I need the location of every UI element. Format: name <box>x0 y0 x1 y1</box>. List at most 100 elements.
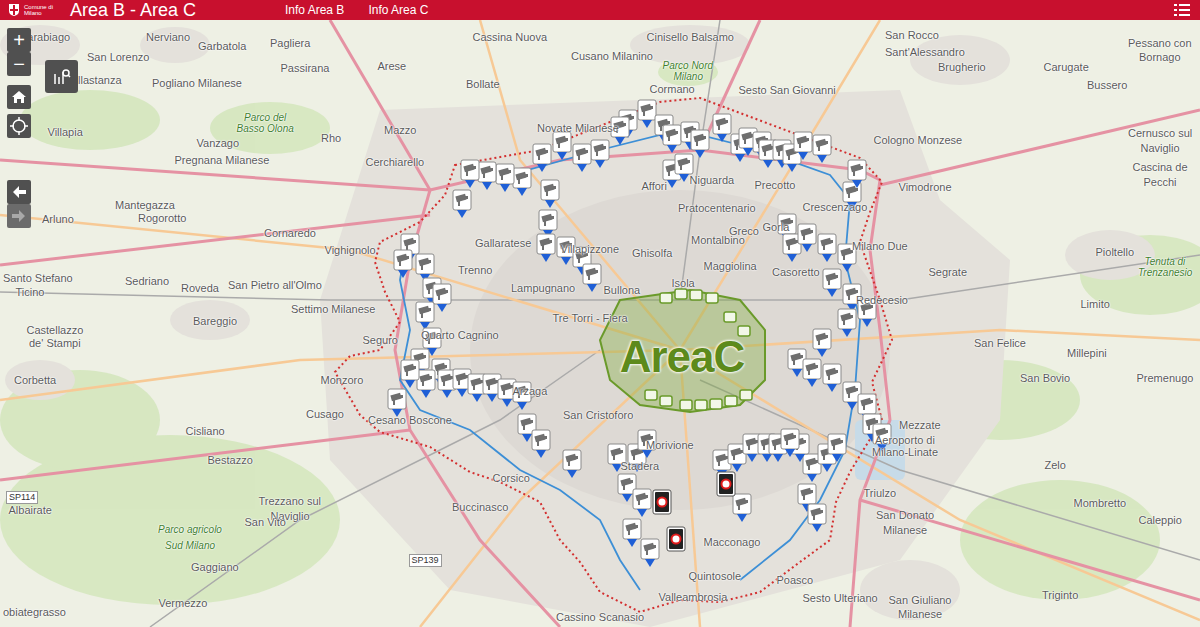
camera-pin-icon[interactable] <box>780 428 800 458</box>
place-label: Maggiolina <box>704 260 757 272</box>
place-label: Milanese <box>883 524 927 536</box>
place-label: Naviglio <box>1141 142 1180 154</box>
info-link[interactable]: Info Area B <box>285 0 344 20</box>
camera-pin-icon[interactable] <box>387 388 407 418</box>
place-label: Tre Torri - Fiera <box>553 312 628 324</box>
place-label: Cusano Milanino <box>571 50 653 62</box>
park-label: Parco agricolo <box>158 524 222 536</box>
access-gate-pin-icon[interactable] <box>716 471 736 501</box>
camera-pin-icon[interactable] <box>822 363 842 393</box>
place-label: Rho <box>321 132 341 144</box>
road-label: SP114 <box>6 491 38 504</box>
camera-pin-icon[interactable] <box>807 503 827 533</box>
camera-pin-icon[interactable] <box>540 179 560 209</box>
place-label: San Lorenzo <box>87 51 149 63</box>
place-label: Ticino <box>16 286 45 298</box>
place-label: Passirana <box>281 62 330 74</box>
park-label: Basso Olona <box>237 123 294 135</box>
place-label: Pessano con <box>1128 37 1192 49</box>
place-label: Cesano Boscone <box>368 414 452 426</box>
place-label: Macconago <box>704 536 761 548</box>
camera-pin-icon[interactable] <box>817 233 837 263</box>
place-label: Trezzano sul <box>259 495 322 507</box>
place-label: Gaggiano <box>191 561 239 573</box>
access-gate-pin-icon[interactable] <box>666 526 686 556</box>
camera-pin-icon[interactable] <box>622 518 642 548</box>
camera-pin-icon[interactable] <box>812 328 832 358</box>
camera-pin-icon[interactable] <box>797 223 817 253</box>
layers-button[interactable] <box>45 60 78 93</box>
zoom-out-button[interactable]: − <box>7 52 31 76</box>
info-link[interactable]: Info Area C <box>368 0 428 20</box>
home-button[interactable] <box>7 85 31 109</box>
back-button[interactable] <box>7 180 31 204</box>
place-label: Caleppio <box>1139 514 1182 526</box>
camera-pin-icon[interactable] <box>536 233 556 263</box>
camera-pin-icon[interactable] <box>495 163 515 193</box>
camera-pin-icon[interactable] <box>512 167 532 197</box>
camera-pin-icon[interactable] <box>732 493 752 523</box>
place-label: Vighignolo <box>325 244 376 256</box>
camera-pin-icon[interactable] <box>822 268 842 298</box>
place-label: Carugate <box>1044 61 1089 73</box>
place-label: San Cristoforo <box>563 409 633 421</box>
park-label: Parco Nord <box>663 60 714 72</box>
place-label: Cisliano <box>186 425 225 437</box>
access-gate-pin-icon[interactable] <box>652 489 672 519</box>
place-label: Rogorotto <box>138 212 186 224</box>
place-label: Morivione <box>646 439 694 451</box>
place-label: Corbetta <box>14 374 56 386</box>
camera-pin-icon[interactable] <box>532 143 552 173</box>
camera-pin-icon[interactable] <box>477 161 497 191</box>
zoom-in-button[interactable]: + <box>7 28 31 52</box>
locate-button[interactable] <box>7 114 31 138</box>
camera-pin-icon[interactable] <box>712 113 732 143</box>
camera-pin-icon[interactable] <box>393 249 413 279</box>
place-label: San Rocco <box>885 29 939 41</box>
place-label: Buccinasco <box>452 501 508 513</box>
camera-pin-icon[interactable] <box>582 263 602 293</box>
camera-pin-icon[interactable] <box>400 359 420 389</box>
place-label: San Pietro all'Olmo <box>228 279 322 291</box>
forward-button[interactable] <box>7 204 31 228</box>
camera-pin-icon[interactable] <box>572 143 592 173</box>
camera-pin-icon[interactable] <box>827 433 847 463</box>
camera-pin-icon[interactable] <box>531 429 551 459</box>
camera-pin-icon[interactable] <box>802 358 822 388</box>
camera-pin-icon[interactable] <box>637 99 657 129</box>
place-label: Quintosole <box>689 570 742 582</box>
camera-pin-icon[interactable] <box>812 134 832 164</box>
camera-pin-icon[interactable] <box>452 189 472 219</box>
map[interactable]: +− AreaCParabiagoNervianoGarbatolaPaglie… <box>0 20 1200 627</box>
place-label: Niguarda <box>690 174 735 186</box>
place-label: Crescenzago <box>803 201 868 213</box>
camera-pin-icon[interactable] <box>632 488 652 518</box>
city-logo[interactable]: Comune diMilano <box>8 3 70 17</box>
place-label: Garbatola <box>198 40 246 52</box>
place-label: Vanzago <box>197 137 240 149</box>
camera-pin-icon[interactable] <box>590 139 610 169</box>
place-label: Cerchiarello <box>366 156 425 168</box>
camera-pin-icon[interactable] <box>460 159 480 189</box>
place-label: San Giuliano <box>889 594 952 606</box>
camera-pin-icon[interactable] <box>415 301 435 331</box>
place-label: Seguro <box>363 334 398 346</box>
camera-pin-icon[interactable] <box>793 131 813 161</box>
place-label: Trenno <box>458 264 492 276</box>
place-label: Roveda <box>181 282 219 294</box>
camera-pin-icon[interactable] <box>837 308 857 338</box>
camera-pin-icon[interactable] <box>847 159 867 189</box>
place-label: San Bovio <box>1020 372 1070 384</box>
area-c-logo[interactable]: AreaC <box>620 335 745 379</box>
camera-pin-icon[interactable] <box>552 131 572 161</box>
list-menu-icon[interactable] <box>1172 0 1192 20</box>
place-label: Affori <box>642 180 667 192</box>
place-label: Bussero <box>1087 79 1127 91</box>
camera-pin-icon[interactable] <box>562 449 582 479</box>
place-label: Monzoro <box>321 374 364 386</box>
camera-pin-icon[interactable] <box>432 283 452 313</box>
place-label: Villapia <box>48 126 83 138</box>
camera-pin-icon[interactable] <box>640 538 660 568</box>
camera-pin-icon[interactable] <box>662 124 682 154</box>
place-label: Cassino Scanasio <box>556 611 644 623</box>
